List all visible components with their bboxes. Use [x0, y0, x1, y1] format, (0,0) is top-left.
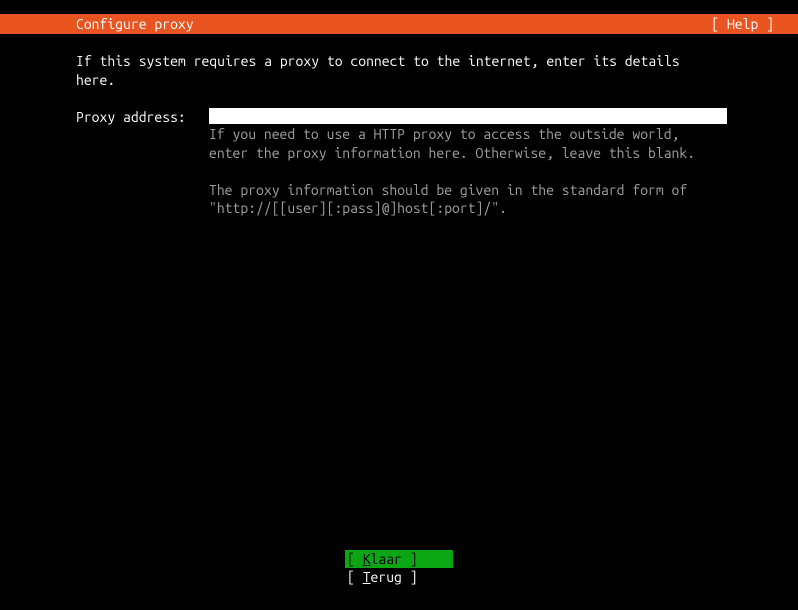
proxy-label: Proxy address:: [76, 108, 201, 127]
hint-line: enter the proxy information here. Otherw…: [209, 144, 727, 163]
done-button[interactable]: [ Klaar ]: [345, 550, 453, 568]
back-button[interactable]: [ Terug ]: [345, 568, 453, 586]
main-content: If this system requires a proxy to conne…: [0, 34, 798, 218]
footer-actions: [ Klaar ] [ Terug ]: [0, 550, 798, 586]
page-title: Configure proxy: [76, 16, 194, 32]
title-bar: Configure proxy [ Help ]: [0, 14, 798, 34]
hint-line: The proxy information should be given in…: [209, 181, 727, 200]
intro-text: If this system requires a proxy to conne…: [76, 52, 722, 90]
proxy-form-row: Proxy address: If you need to use a HTTP…: [76, 108, 722, 219]
proxy-field-column: If you need to use a HTTP proxy to acces…: [209, 108, 727, 219]
hint-line: "http://[[user][:pass]@]host[:port]/".: [209, 199, 727, 218]
help-button[interactable]: [ Help ]: [711, 16, 790, 32]
hint-line: If you need to use a HTTP proxy to acces…: [209, 125, 727, 144]
proxy-hint: If you need to use a HTTP proxy to acces…: [209, 125, 727, 219]
proxy-address-input[interactable]: [209, 108, 727, 124]
